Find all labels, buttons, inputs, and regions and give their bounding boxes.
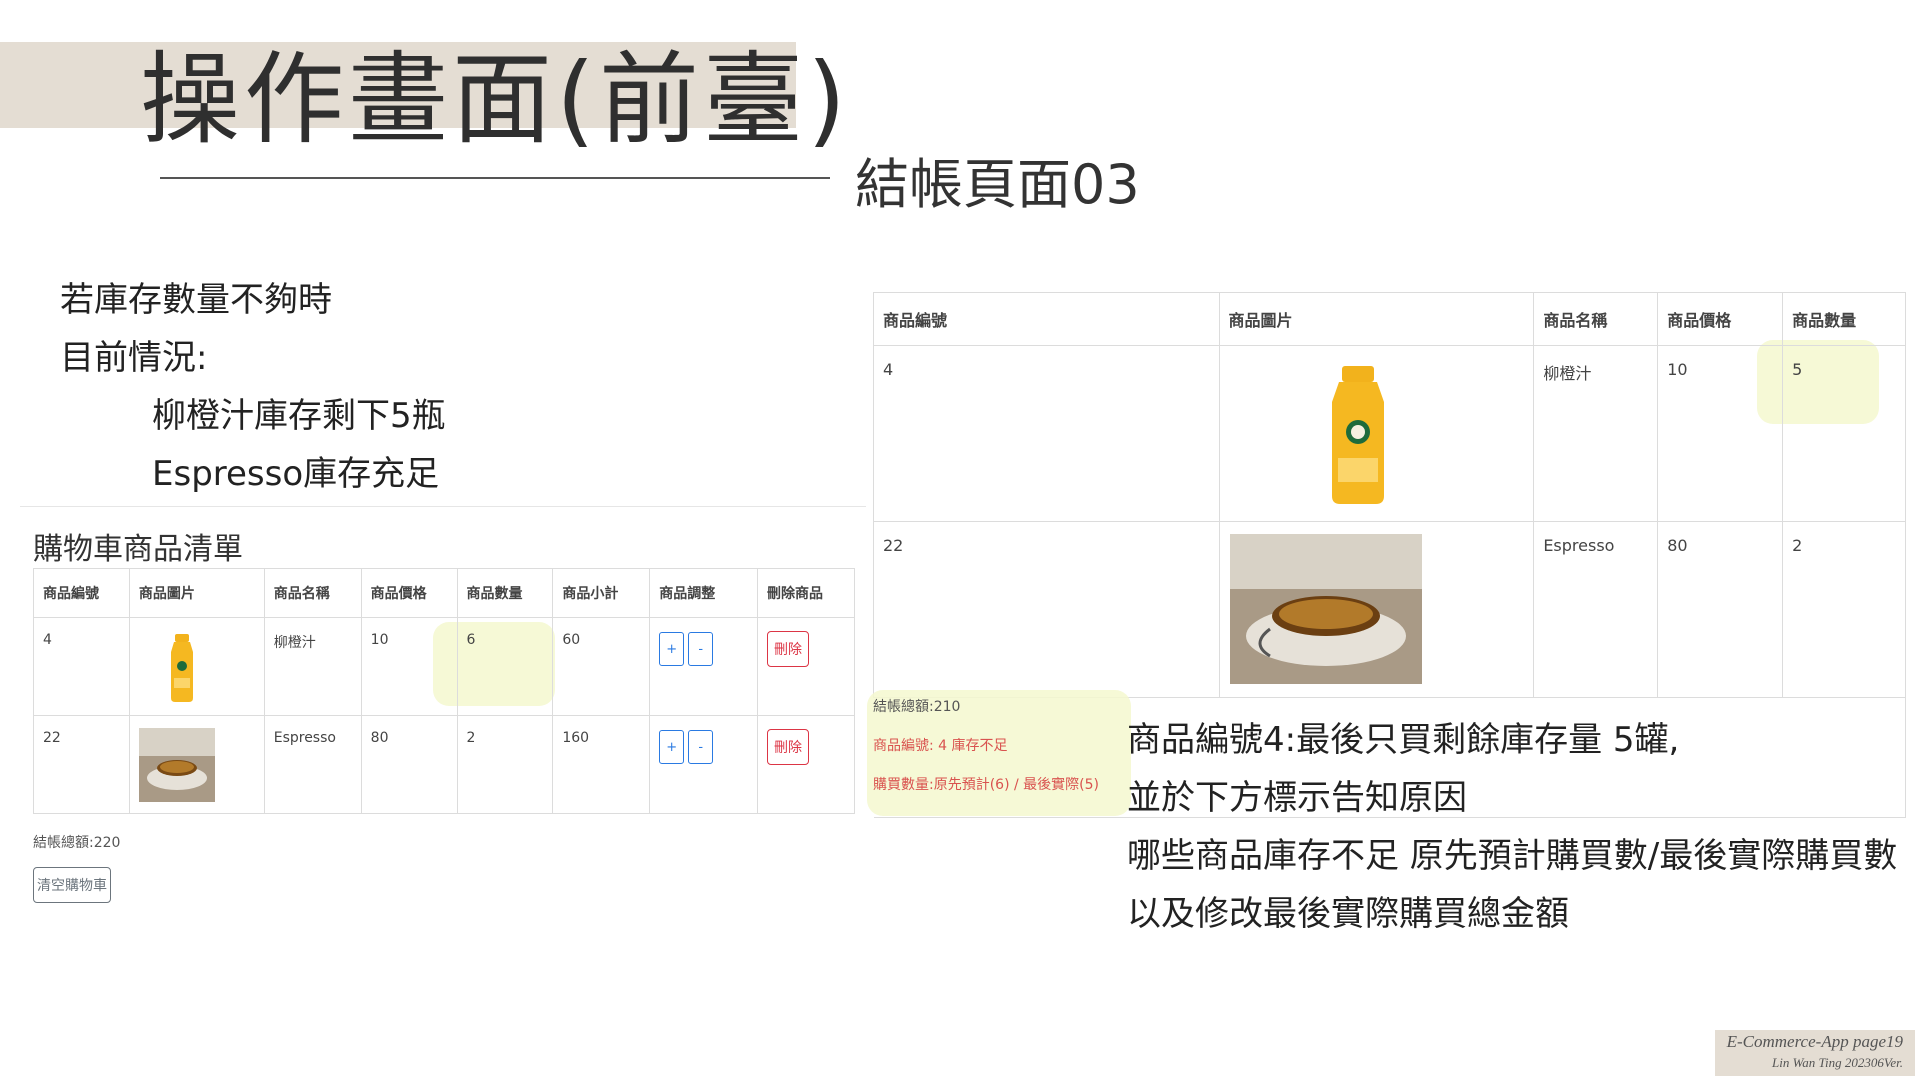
increase-qty-button[interactable]: + (659, 632, 685, 666)
orange-juice-image (130, 618, 264, 706)
clear-cart-button[interactable]: 清空購物車 (33, 867, 111, 903)
note-line-3: 柳橙汁庫存剩下5瓶 (152, 396, 446, 436)
cart-header-row: 商品編號 商品圖片 商品名稱 商品價格 商品數量 商品小計 商品調整 刪除商品 (33, 568, 855, 618)
espresso-image (1220, 522, 1534, 688)
table-row: 22 Espresso 80 2 160 + - 刪除 (33, 715, 855, 814)
cart-col-qty: 商品數量 (466, 586, 523, 602)
table-row: 22 Espresso 80 2 (873, 521, 1906, 698)
delete-item-button[interactable]: 刪除 (767, 729, 810, 765)
explanation-line-3: 哪些商品庫存不足 原先預計購買數/最後實際購買數 (1127, 836, 1898, 876)
cart-col-name: 商品名稱 (273, 586, 330, 602)
orange-juice-image (1220, 346, 1534, 508)
cart-cell-id: 22 (43, 730, 61, 746)
cart-heading: 購物車商品清單 (33, 532, 243, 567)
decrease-qty-button[interactable]: - (688, 632, 714, 666)
cart-cell-price: 80 (370, 730, 389, 746)
note-line-4: Espresso庫存充足 (152, 454, 440, 494)
checkout-col-image: 商品圖片 (1228, 311, 1293, 330)
note-line-2: 目前情況: (60, 338, 208, 378)
title-underline (160, 177, 830, 179)
cart-col-delete: 刪除商品 (767, 586, 824, 602)
cart-cell-name: Espresso (273, 730, 336, 746)
checkout-cell-name: 柳橙汁 (1543, 364, 1592, 383)
footer-credit: E-Commerce-App page19 Lin Wan Ting 20230… (1715, 1030, 1915, 1076)
increase-qty-button[interactable]: + (659, 730, 685, 764)
section-divider (20, 506, 866, 507)
checkout-col-name: 商品名稱 (1543, 311, 1608, 330)
delete-item-button[interactable]: 刪除 (767, 631, 810, 667)
checkout-cell-price: 10 (1667, 360, 1688, 379)
cart-cell-qty: 2 (466, 730, 476, 746)
checkout-cell-qty: 5 (1792, 360, 1803, 379)
checkout-cell-qty: 2 (1792, 536, 1803, 555)
table-row: 4 柳橙汁 10 6 60 + - 刪除 (33, 617, 855, 716)
checkout-cell-price: 80 (1667, 536, 1688, 555)
explanation-line-2: 並於下方標示告知原因 (1127, 778, 1467, 818)
checkout-col-id: 商品編號 (883, 311, 948, 330)
checkout-cell-name: Espresso (1543, 536, 1615, 555)
checkout-total: 結帳總額:210 (873, 699, 961, 715)
stock-warning: 商品編號: 4 庫存不足 (873, 738, 1008, 754)
checkout-cell-id: 4 (883, 360, 894, 379)
table-row: 4 柳橙汁 10 5 (873, 345, 1906, 522)
cart-cell-price: 10 (370, 632, 389, 648)
checkout-col-qty: 商品數量 (1792, 311, 1857, 330)
cart-col-id: 商品編號 (43, 586, 99, 602)
checkout-col-price: 商品價格 (1667, 311, 1732, 330)
page-subtitle: 結帳頁面03 (855, 153, 1140, 216)
note-line-1: 若庫存數量不夠時 (60, 280, 332, 320)
cart-cell-id: 4 (43, 632, 52, 648)
cart-col-image: 商品圖片 (138, 586, 195, 602)
decrease-qty-button[interactable]: - (688, 730, 714, 764)
cart-col-adjust: 商品調整 (659, 586, 716, 602)
cart-col-price: 商品價格 (370, 586, 427, 602)
cart-cell-name: 柳橙汁 (273, 635, 316, 651)
cart-cell-subtotal: 60 (562, 632, 581, 648)
quantity-warning: 購買數量:原先預計(6) / 最後實際(5) (873, 777, 1099, 793)
explanation-line-1: 商品編號4:最後只買剩餘庫存量 5罐, (1127, 720, 1680, 760)
cart-col-subtotal: 商品小計 (562, 586, 619, 602)
footer-author: Lin Wan Ting 202306Ver. (1772, 1055, 1903, 1070)
explanation-line-4: 以及修改最後實際購買總金額 (1127, 894, 1569, 934)
footer-page-label: E-Commerce-App page19 (1726, 1032, 1903, 1051)
checkout-cell-id: 22 (883, 536, 904, 555)
checkout-header-row: 商品編號 商品圖片 商品名稱 商品價格 商品數量 (873, 292, 1906, 346)
cart-total: 結帳總額:220 (33, 835, 121, 851)
cart-table: 商品編號 商品圖片 商品名稱 商品價格 商品數量 商品小計 商品調整 刪除商品 … (33, 568, 855, 814)
cart-cell-subtotal: 160 (562, 730, 590, 746)
cart-cell-qty: 6 (466, 632, 476, 648)
page-title: 操作畫面(前臺) (140, 41, 851, 158)
espresso-image (130, 716, 264, 806)
